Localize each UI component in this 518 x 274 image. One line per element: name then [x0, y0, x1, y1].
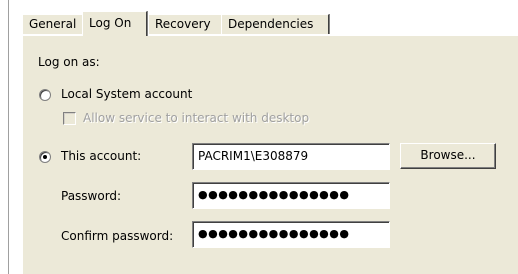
- radio-selected-dot: [43, 155, 47, 159]
- password-input[interactable]: ●●●●●●●●●●●●●●●: [192, 182, 390, 209]
- tab-recovery-label: Recovery: [155, 17, 211, 31]
- tab-dependencies-label: Dependencies: [228, 17, 314, 31]
- tab-recovery[interactable]: Recovery: [148, 14, 222, 34]
- local-system-label[interactable]: Local System account: [61, 87, 192, 101]
- tab-log-on[interactable]: Log On: [82, 11, 147, 36]
- confirm-password-label: Confirm password:: [61, 229, 174, 243]
- log-on-panel: Log on as: Local System account Allow se…: [22, 35, 518, 274]
- confirm-password-input[interactable]: ●●●●●●●●●●●●●●●: [192, 221, 390, 248]
- interact-desktop-label: Allow service to interact with desktop: [83, 111, 310, 125]
- local-system-radio[interactable]: [39, 89, 51, 101]
- this-account-radio[interactable]: [39, 151, 51, 163]
- this-account-label[interactable]: This account:: [61, 149, 141, 163]
- tab-general[interactable]: General: [22, 14, 83, 34]
- browse-button[interactable]: Browse...: [400, 143, 496, 169]
- tab-dependencies[interactable]: Dependencies: [221, 14, 329, 34]
- interact-desktop-checkbox[interactable]: [63, 112, 76, 125]
- tab-general-label: General: [29, 17, 77, 31]
- password-label: Password:: [61, 189, 122, 203]
- log-on-as-label: Log on as:: [38, 55, 100, 69]
- account-input[interactable]: PACRIM1\E308879: [192, 143, 390, 170]
- service-properties-dialog: General Log On Recovery Dependencies Log…: [0, 0, 518, 274]
- tab-log-on-label: Log On: [89, 16, 132, 30]
- dialog-frame-edge: [8, 0, 11, 274]
